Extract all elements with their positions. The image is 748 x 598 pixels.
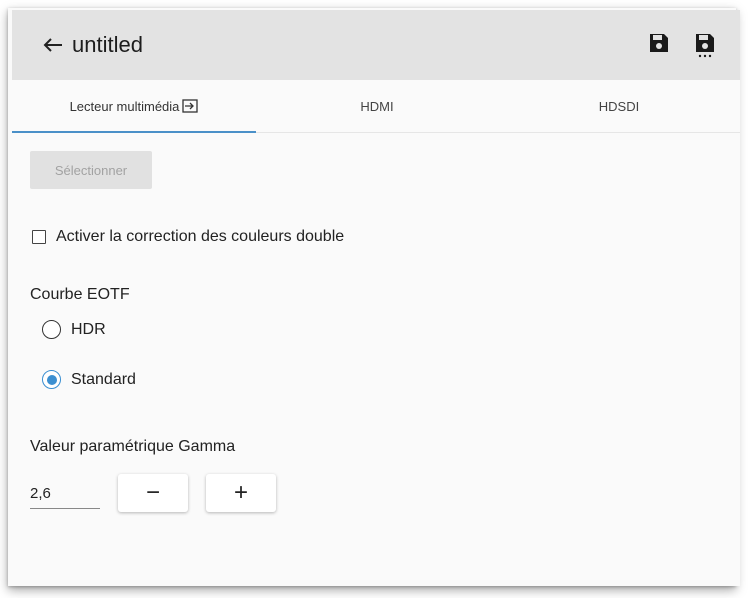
page-title: untitled xyxy=(72,32,143,57)
arrow-left-icon xyxy=(43,38,62,52)
tab-label: HDMI xyxy=(360,98,394,114)
radio-hdr[interactable]: HDR xyxy=(42,320,106,339)
dual-color-correction-checkbox-row[interactable]: Activer la correction des couleurs doubl… xyxy=(32,228,344,246)
tab-hdsdi[interactable]: HDSDI xyxy=(498,80,740,132)
checkbox-label: Activer la correction des couleurs doubl… xyxy=(56,228,345,245)
back-button[interactable] xyxy=(38,30,68,60)
tab-lecteur-multimedia[interactable]: Lecteur multimédia xyxy=(12,80,256,133)
gamma-title: Valeur paramétrique Gamma xyxy=(30,438,236,455)
gamma-increment-button[interactable]: + xyxy=(206,474,276,512)
gamma-value-input[interactable] xyxy=(30,478,100,509)
save-as-button[interactable] xyxy=(694,32,720,58)
floppy-save-as-icon xyxy=(696,34,714,58)
radio-hdr-label: HDR xyxy=(71,320,106,338)
select-button[interactable]: Sélectionner xyxy=(30,151,152,189)
radio-selected-dot xyxy=(46,374,57,385)
tab-hdmi[interactable]: HDMI xyxy=(256,80,498,132)
eotf-title: Courbe EOTF xyxy=(30,286,130,303)
radio-standard-button[interactable] xyxy=(42,370,61,389)
tab-label: HDSDI xyxy=(598,98,640,114)
top-bar: untitled xyxy=(12,10,740,80)
radio-standard[interactable]: Standard xyxy=(42,370,136,389)
dual-color-correction-checkbox[interactable] xyxy=(32,230,46,244)
radio-standard-label: Standard xyxy=(71,370,136,388)
floppy-save-icon xyxy=(650,34,668,52)
settings-window: untitled Lecteur multimédia HDMI HDSDI S… xyxy=(12,10,740,586)
gamma-decrement-button[interactable]: − xyxy=(118,474,188,512)
open-external-icon xyxy=(182,99,199,113)
tab-bar: Lecteur multimédia HDMI HDSDI xyxy=(12,80,740,133)
active-tab-indicator xyxy=(12,131,256,133)
tab-label: Lecteur multimédia xyxy=(69,98,180,114)
radio-hdr-button[interactable] xyxy=(42,320,61,339)
save-button[interactable] xyxy=(648,32,674,58)
